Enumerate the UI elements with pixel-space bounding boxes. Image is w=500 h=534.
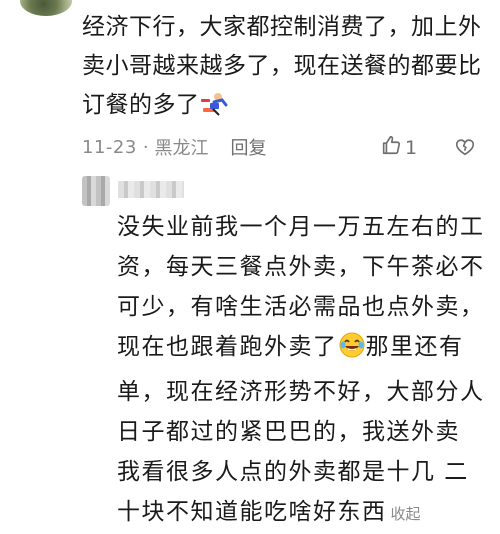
reply-text-part2: 那里还有单，现在经济形势不好，大部分人日子都过的紧巴巴的，我送外卖 我看很多人点… [117,334,485,525]
like-count: 1 [405,136,418,159]
dislike-icon[interactable] [454,136,476,163]
meta-separator: · [142,136,149,158]
like-icon [380,134,402,161]
collapse-link[interactable]: 收起 [391,505,421,523]
comment-location: 黑龙江 [154,138,209,159]
tears-of-joy-emoji-icon [338,331,366,372]
reply-avatar[interactable] [82,176,110,206]
reply-username[interactable] [118,181,184,198]
like-button[interactable]: 1 [380,134,417,161]
running-man-emoji-icon [200,91,228,130]
reply-body: 没失业前我一个月一万五左右的工资，每天三餐点外卖，下午茶必不可少，有啥生活必需品… [117,207,487,534]
commenter-avatar[interactable] [20,0,72,16]
comment-body: 经济下行，大家都控制消费了，加上外卖小哥越来越多了，现在送餐的都要比订餐的多了 [82,8,487,130]
comment-time: 11-23 [82,136,137,158]
comment-text: 经济下行，大家都控制消费了，加上外卖小哥越来越多了，现在送餐的都要比订餐的多了 [82,14,482,118]
comment-meta: 11-23 · 黑龙江 回复 1 [82,131,482,163]
reply-button[interactable]: 回复 [231,134,267,160]
